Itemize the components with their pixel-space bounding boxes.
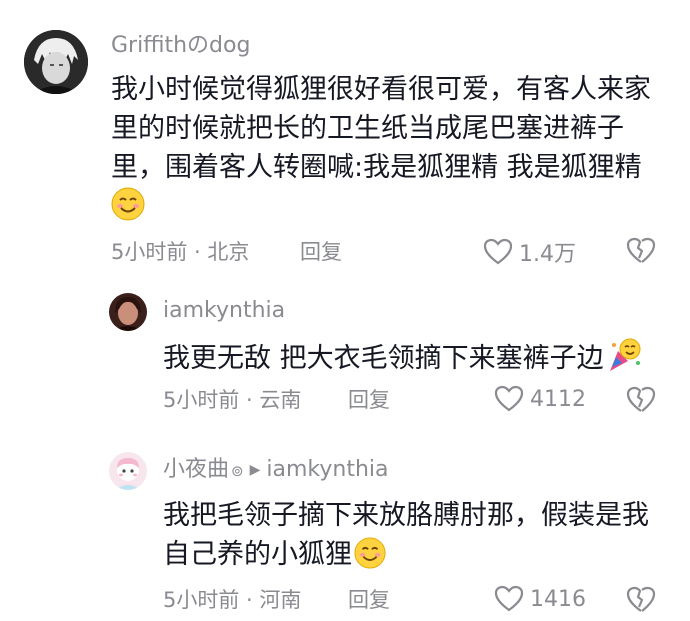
timestamp-location: 5小时前 · 河南: [163, 588, 302, 612]
username[interactable]: Griffithのdog: [111, 31, 250, 61]
like-count: 1416: [530, 586, 586, 612]
comment-text: 我小时候觉得狐狸很好看很可爱，有客人来家 里的时候就把长的卫生纸当成尾巴塞进裤子…: [111, 70, 671, 226]
heart-icon: [494, 385, 524, 412]
heart-icon: [483, 238, 513, 265]
reply-to-user[interactable]: iamkynthia: [266, 457, 388, 482]
comment-text: 我把毛领子摘下来放胳膊肘那，假装是我 自己养的小狐狸: [163, 500, 649, 570]
dislike-button[interactable]: [625, 236, 657, 270]
like-count: 4112: [530, 386, 586, 412]
dislike-button[interactable]: [625, 385, 657, 419]
username: 小夜曲 ⊚ ▶ iamkynthia: [163, 455, 388, 486]
reply-button[interactable]: 回复: [300, 238, 342, 266]
avatar[interactable]: [109, 293, 147, 331]
avatar[interactable]: [109, 452, 147, 490]
avatar[interactable]: [24, 30, 88, 94]
timestamp-location: 5小时前 · 云南: [163, 388, 302, 412]
dislike-button[interactable]: [625, 585, 657, 619]
smile-emoji: [354, 537, 386, 569]
reply-button[interactable]: 回复: [348, 586, 390, 614]
broken-heart-icon: [626, 386, 656, 412]
username-link[interactable]: 小夜曲: [163, 457, 229, 482]
smile-emoji: [111, 187, 145, 221]
username[interactable]: iamkynthia: [163, 296, 285, 326]
reply-button[interactable]: 回复: [348, 386, 390, 414]
badge-icon: ⊚: [231, 462, 244, 480]
like-count: 1.4万: [519, 242, 576, 267]
broken-heart-icon: [626, 237, 656, 263]
party-emoji: [609, 338, 641, 371]
comment-text: 我更无敌 把大衣毛领摘下来塞裤子边: [163, 337, 663, 378]
heart-icon: [494, 585, 524, 612]
like-button[interactable]: 1.4万: [483, 236, 576, 268]
reply-arrow-icon: ▶: [249, 462, 261, 478]
like-button[interactable]: 1416: [494, 585, 586, 613]
broken-heart-icon: [626, 586, 656, 612]
like-button[interactable]: 4112: [494, 385, 586, 413]
timestamp-location: 5小时前 · 北京: [111, 240, 250, 264]
